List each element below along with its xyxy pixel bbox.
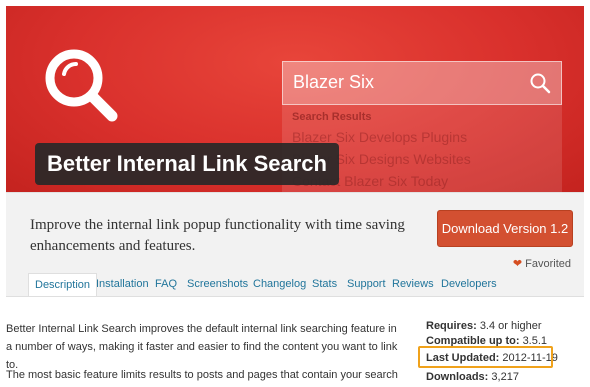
- demo-search-text: Blazer Six: [293, 72, 375, 92]
- tab-stats[interactable]: Stats: [306, 273, 343, 297]
- demo-results-heading: Search Results: [292, 111, 372, 123]
- description-paragraph: The most basic feature limits results to…: [6, 369, 398, 381]
- tab-changelog[interactable]: Changelog: [247, 273, 312, 297]
- last-updated-highlight: [418, 346, 553, 368]
- search-icon: [529, 72, 551, 94]
- meta-downloads: Downloads: 3,217: [426, 371, 519, 383]
- plugin-short-description: Improve the internal link popup function…: [30, 217, 405, 254]
- download-button[interactable]: Download Version 1.2: [437, 210, 573, 247]
- plugin-tabs: Description Installation FAQ Screenshots…: [6, 273, 584, 297]
- demo-search-box: Blazer Six: [282, 61, 562, 105]
- plugin-banner: Blazer Six Search Results Blazer Six Dev…: [6, 6, 584, 192]
- heart-icon: ❤: [512, 258, 523, 270]
- meta-requires-value: 3.4 or higher: [479, 320, 542, 332]
- plugin-title: Better Internal Link Search: [35, 143, 339, 185]
- tab-installation[interactable]: Installation: [90, 273, 155, 297]
- meta-downloads-label: Downloads:: [426, 371, 489, 383]
- tab-description[interactable]: Description: [28, 273, 98, 297]
- tab-faq[interactable]: FAQ: [149, 273, 183, 297]
- content-divider: [6, 296, 584, 297]
- meta-requires-label: Requires:: [426, 320, 477, 332]
- favorited-label: Favorited: [525, 258, 571, 270]
- favorited-link[interactable]: ❤ Favorited: [513, 257, 571, 270]
- magnifier-logo-icon: [42, 46, 122, 126]
- tab-support[interactable]: Support: [341, 273, 392, 297]
- tab-reviews[interactable]: Reviews: [386, 273, 440, 297]
- meta-requires: Requires: 3.4 or higher: [426, 320, 542, 332]
- meta-downloads-value: 3,217: [491, 371, 519, 383]
- tab-screenshots[interactable]: Screenshots: [181, 273, 254, 297]
- tab-developers[interactable]: Developers: [435, 273, 503, 297]
